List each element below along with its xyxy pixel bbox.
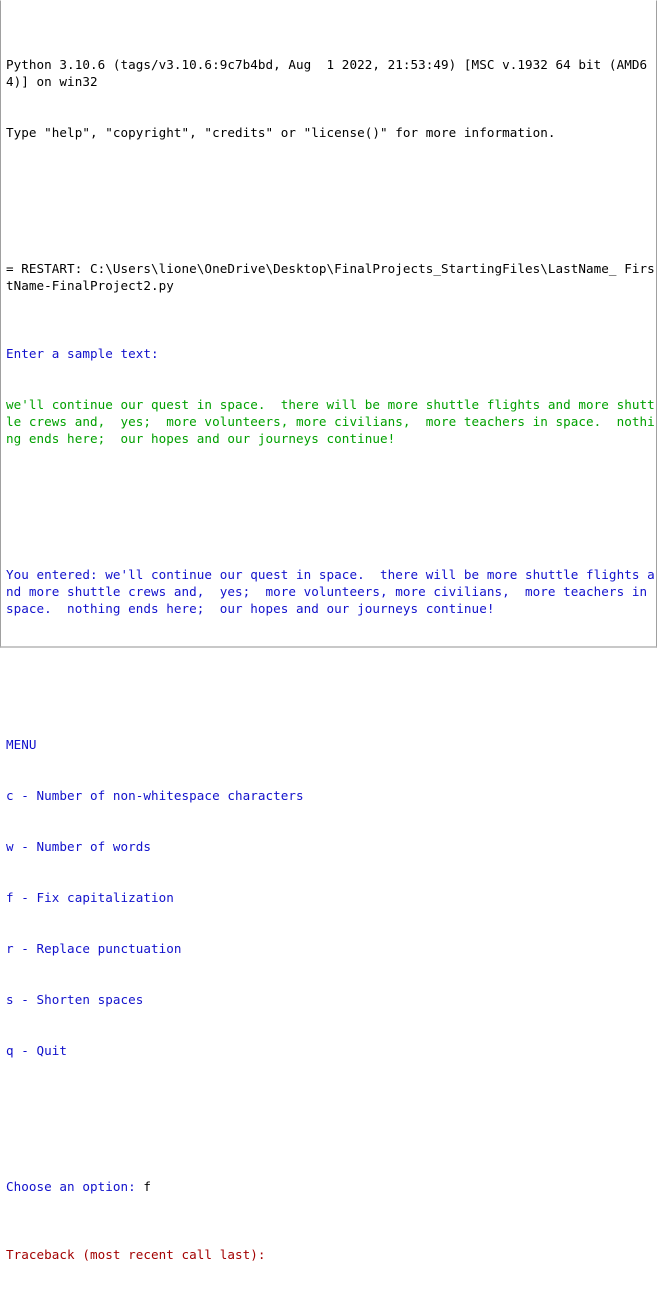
choose-option-prompt: Choose an option: — [6, 1179, 144, 1194]
choose-option-user-input: f — [143, 1179, 152, 1194]
idle-shell-window[interactable]: Python 3.10.6 (tags/v3.10.6:9c7b4bd, Aug… — [0, 0, 657, 1262]
menu-item-q: q - Quit — [6, 1043, 68, 1058]
banner-help-line: Type "help", "copyright", "credits" or "… — [6, 125, 556, 140]
choose-option-line: Choose an option: f — [6, 1178, 656, 1195]
traceback-header: Traceback (most recent call last): — [6, 1247, 266, 1262]
menu-item-r: r - Replace punctuation — [6, 941, 182, 956]
prompt-enter-sample-text: Enter a sample text: — [6, 346, 159, 361]
menu-item-w: w - Number of words — [6, 839, 152, 854]
restart-line: = RESTART: C:\Users\lione\OneDrive\Deskt… — [6, 261, 655, 293]
user-input-sample-text: we'll continue our quest in space. there… — [6, 397, 655, 446]
menu-item-s: s - Shorten spaces — [6, 992, 144, 1007]
menu-title: MENU — [6, 737, 37, 752]
echo-you-entered-line: You entered: we'll continue our quest in… — [6, 567, 655, 616]
shell-output-text[interactable]: Python 3.10.6 (tags/v3.10.6:9c7b4bd, Aug… — [6, 5, 656, 1296]
banner-version-line: Python 3.10.6 (tags/v3.10.6:9c7b4bd, Aug… — [6, 57, 648, 89]
menu-item-f: f - Fix capitalization — [6, 890, 174, 905]
menu-item-c: c - Number of non-whitespace characters — [6, 788, 304, 803]
